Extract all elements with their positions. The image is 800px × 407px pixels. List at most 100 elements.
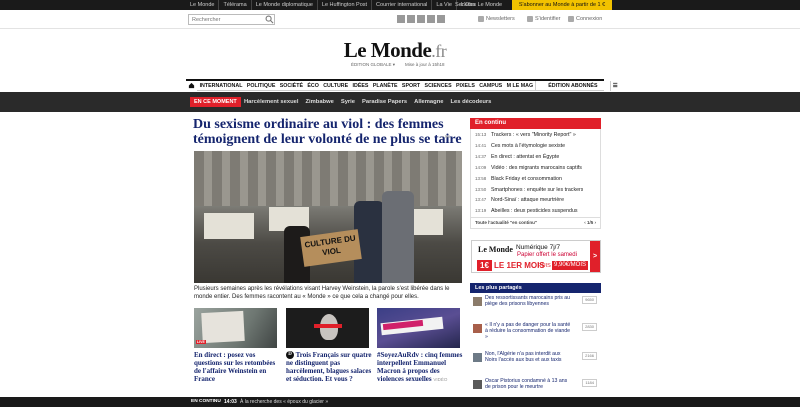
live-badge: LIVE [196, 340, 206, 344]
protester-figure [382, 191, 414, 283]
feed-time: 13:50 [475, 186, 487, 192]
nav-item-culture[interactable]: CULTURE [321, 81, 350, 91]
most-shared-text: Non, l'Algérie n'a pas interdit aux Noir… [485, 351, 562, 364]
trending-bar: EN CE MOMENT Harcèlement sexuel Zimbabwe… [0, 92, 800, 112]
most-shared-item[interactable]: « Il n'y a pas de danger pour la santé à… [470, 322, 601, 341]
nav-item-sport[interactable]: SPORT [400, 81, 423, 91]
share-count: 1184 [582, 379, 597, 387]
live-feed-pager[interactable]: ‹ 1/5 › [584, 220, 596, 225]
ad-price: 9,90€/MOIS [552, 261, 589, 270]
feed-time: 13:19 [475, 208, 487, 214]
search-icon[interactable] [265, 15, 274, 24]
trending-link[interactable]: Zimbabwe [305, 97, 333, 107]
article-title[interactable]: D Trois Français sur quatre ne distingue… [286, 351, 372, 383]
nav-item-planete[interactable]: PLANÈTE [371, 81, 400, 91]
most-shared-item[interactable]: Oscar Pistorius condamné à 13 ans de pri… [470, 378, 601, 390]
live-feed-all-link[interactable]: Toute l'actualité "en continu" [475, 220, 537, 225]
ad-arrow-icon[interactable]: > [590, 241, 600, 272]
main-article-image[interactable]: CULTURE DU VIOL [194, 151, 462, 283]
feed-text: Vidéo : des migrants marocains captifs [491, 164, 582, 171]
feed-text: Nord-Sinaï : attaque meurtrière [491, 197, 565, 204]
article-thumbnail[interactable]: LIVE [194, 308, 277, 348]
feed-text: En direct : attentat en Égypte [491, 153, 560, 160]
nav-item-politique[interactable]: POLITIQUE [245, 81, 278, 91]
social-links [397, 15, 445, 23]
bottom-live-bar[interactable]: EN CONTINU 14:03 À la recherche des « ép… [0, 397, 800, 407]
most-shared-text: Des ressortissants marocains pris au piè… [485, 295, 571, 308]
identifier-label: S'identifier [535, 16, 561, 22]
facebook-icon[interactable] [397, 15, 405, 23]
user-icon [527, 16, 533, 22]
feed-time: 15:13 [475, 132, 487, 137]
article-thumbnail[interactable] [286, 308, 369, 348]
live-feed-item[interactable]: 13:58 Black Friday et consommation [471, 174, 600, 185]
article-title[interactable]: En direct : posez vos questions sur les … [194, 351, 282, 383]
feed-time: 14:37 [475, 153, 487, 159]
nav-item-eco[interactable]: ÉCO [305, 81, 321, 91]
nav-item-societe[interactable]: SOCIÉTÉ [278, 81, 306, 91]
live-feed-item[interactable]: 15:13 Trackers : « vers "Minority Report"… [471, 130, 600, 141]
nav-item-mlemag[interactable]: M LE MAG [504, 81, 535, 91]
subscription-ad[interactable]: Le Monde Numérique 7j/7 Papier offert le… [471, 240, 601, 273]
live-feed-item[interactable]: 13:47 Nord-Sinaï : attaque meurtrière [471, 195, 600, 206]
edition-selector[interactable]: ÉDITION GLOBALE ▾ [351, 62, 395, 68]
feed-time: 13:47 [475, 197, 487, 203]
site-link[interactable]: La Vie [431, 0, 456, 10]
article-thumbnail [473, 297, 482, 306]
comment-count[interactable]: ▪ 94 [442, 134, 450, 139]
site-link[interactable]: Le Monde [186, 0, 218, 10]
most-shared-text: « Il n'y a pas de danger pour la santé à… [485, 322, 571, 341]
site-link[interactable]: Télérama [218, 0, 250, 10]
site-logo[interactable]: Le Monde.fr [340, 38, 450, 63]
edition-label: ÉDITION GLOBALE [351, 62, 392, 67]
site-link[interactable]: Courrier international [371, 0, 431, 10]
live-feed-item[interactable]: 14:09 Vidéo : des migrants marocains capt… [471, 163, 600, 174]
live-feed-item[interactable]: 14:37 En direct : attentat en Égypte [471, 152, 600, 163]
youtube-icon[interactable] [427, 15, 435, 23]
home-icon[interactable] [186, 80, 198, 91]
services-link[interactable]: Services Le Monde [455, 0, 502, 10]
most-shared-item[interactable]: Des ressortissants marocains pris au piè… [470, 295, 601, 307]
connexion-link[interactable]: Connexion [568, 16, 602, 22]
live-feed-item[interactable]: 14:41 Ces mots à l'étymologie sexiste [471, 141, 600, 152]
live-feed-item[interactable]: 13:19 Abeilles : deux pesticides suspendu… [471, 206, 600, 217]
main-headline[interactable]: Du sexisme ordinaire au viol : des femme… [193, 117, 463, 147]
feed-text: Ces mots à l'étymologie sexiste [491, 142, 566, 149]
nav-item-sciences[interactable]: SCIENCES [422, 81, 453, 91]
nav-item-campus[interactable]: CAMPUS [477, 81, 504, 91]
live-feed-list: 15:13 Trackers : « vers "Minority Report"… [470, 129, 601, 230]
main-summary: Plusieurs semaines après les révélations… [194, 286, 450, 300]
background-buildings [194, 151, 462, 206]
site-link[interactable]: Le Monde diplomatique [250, 0, 317, 10]
google-plus-icon[interactable] [417, 15, 425, 23]
rss-icon[interactable] [437, 15, 445, 23]
live-feed-item[interactable]: 13:50 Smartphones : enquête sur les track… [471, 185, 600, 196]
connexion-label: Connexion [576, 16, 603, 22]
trending-link[interactable]: Les décodeurs [450, 97, 491, 107]
ad-puis: PUIS [538, 263, 551, 269]
nav-item-idees[interactable]: IDÉES [350, 81, 370, 91]
twitter-icon[interactable] [407, 15, 415, 23]
site-link[interactable]: Le Huffington Post [316, 0, 371, 10]
feed-text: Smartphones : enquête sur les trackers [491, 186, 584, 193]
most-shared-item[interactable]: Non, l'Algérie n'a pas interdit aux Noir… [470, 351, 601, 363]
trending-link[interactable]: Syrie [341, 97, 355, 107]
article-title[interactable]: #SoyezAuRdv : cinq femmes interpellent E… [377, 351, 467, 384]
search-input[interactable] [188, 14, 275, 25]
trending-link[interactable]: Harcèlement sexuel [244, 97, 298, 107]
trending-link[interactable]: Paradise Papers [362, 97, 407, 107]
video-tag: VIDÉO [433, 377, 448, 382]
nav-item-edition-abonnes[interactable]: ÉDITION ABONNÉS [535, 80, 609, 91]
subscribe-button[interactable]: S'abonner au Monde à partir de 1 € [512, 0, 612, 10]
feed-text: Abeilles : deux pesticides suspendus [491, 208, 578, 215]
ad-one-euro: 1€ [477, 260, 492, 271]
most-shared-title: Les plus partagés [470, 283, 601, 293]
identifier-link[interactable]: S'identifier [527, 16, 561, 22]
comment-count-value: 94 [444, 134, 450, 139]
nav-item-pixels[interactable]: PIXELS [454, 81, 477, 91]
menu-icon[interactable]: ☰ [609, 80, 620, 91]
trending-link[interactable]: Allemagne [414, 97, 443, 107]
nav-item-international[interactable]: INTERNATIONAL [197, 81, 244, 91]
article-thumbnail[interactable] [377, 308, 460, 348]
newsletters-link[interactable]: Newsletters [478, 16, 515, 22]
